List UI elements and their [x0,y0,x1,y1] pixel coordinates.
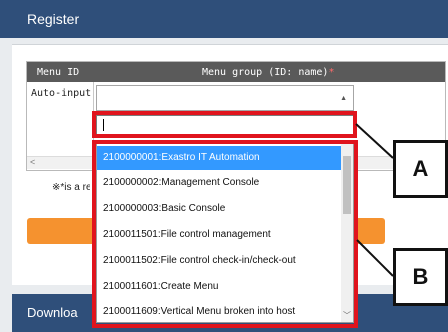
callout-connector-lines [355,123,394,277]
connector-line-a [355,123,394,159]
connector-line-b [356,239,394,277]
callout-label-b: B [393,248,448,306]
callout-label-a: A [393,140,448,198]
